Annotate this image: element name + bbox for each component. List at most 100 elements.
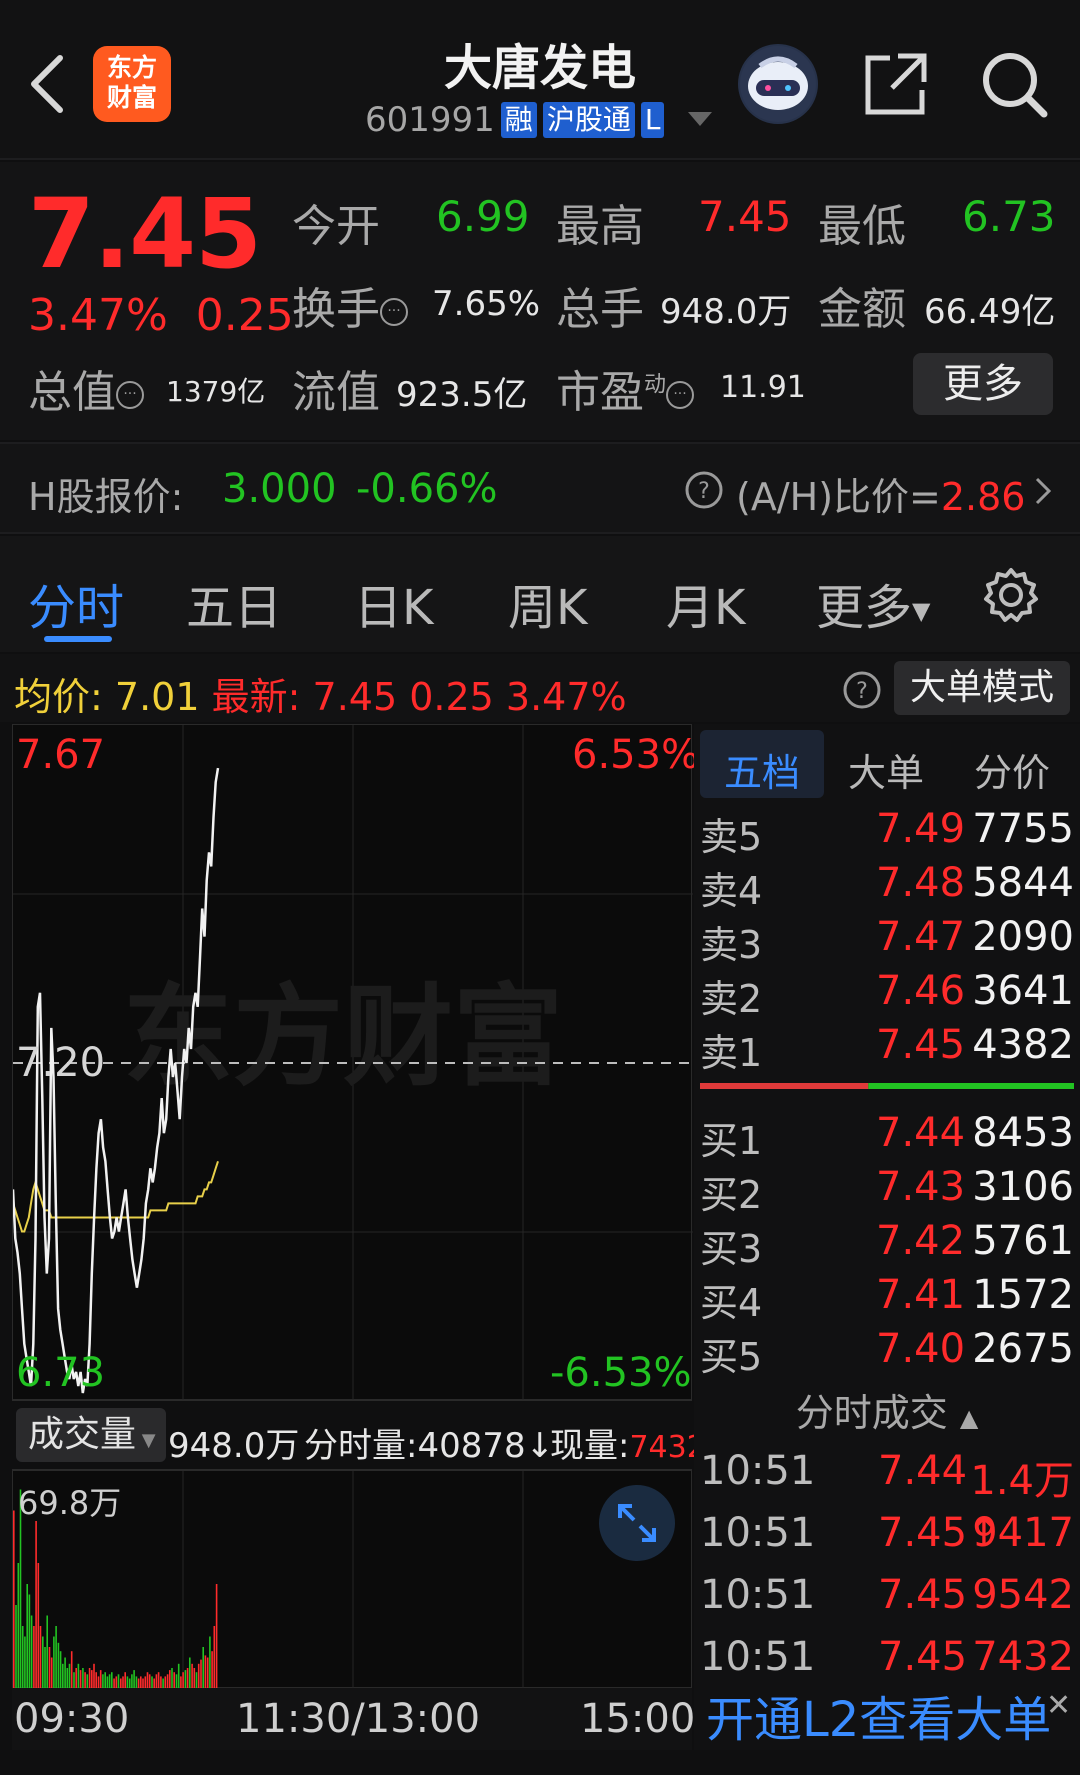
help-icon[interactable]: ?	[842, 670, 882, 710]
time-mid: 11:30/13:00	[236, 1696, 481, 1742]
volume-bar	[13, 1510, 15, 1689]
tab-monthly-k[interactable]: 月K	[666, 568, 745, 638]
help-icon[interactable]: ?	[684, 470, 724, 510]
logo-text-1: 东方	[106, 53, 157, 82]
axis-bottom-pct: -6.53%	[550, 1350, 692, 1396]
app-logo: 东方 财富	[93, 46, 171, 122]
stock-code-row[interactable]: 601991 融 沪股通 L	[365, 100, 665, 140]
l2-upgrade-banner[interactable]: 开通L2查看大单	[694, 1690, 1080, 1750]
pe-value: 11.91	[720, 370, 806, 405]
volume-bar	[75, 1668, 77, 1689]
book-tab-big-orders[interactable]: 大单	[848, 742, 924, 797]
margin-badge: 融	[500, 102, 537, 138]
volume-bar	[30, 1615, 33, 1689]
volume-bar	[202, 1647, 204, 1689]
volume-bar	[70, 1651, 73, 1689]
volume-bar	[59, 1651, 62, 1689]
chevron-down-icon[interactable]	[688, 112, 712, 126]
time-start: 09:30	[14, 1696, 130, 1742]
book-tab-price-dist[interactable]: 分价	[974, 742, 1050, 797]
volume-bar	[46, 1615, 48, 1689]
volume-bar	[169, 1670, 171, 1689]
big-order-mode-button[interactable]: 大单模式	[894, 661, 1070, 715]
info-dots-icon[interactable]: ···	[380, 298, 408, 326]
more-quote-button[interactable]: 更多	[913, 353, 1053, 415]
info-dots-icon[interactable]: ···	[666, 381, 695, 409]
settings-gear-icon[interactable]	[982, 566, 1040, 624]
volume-bar	[206, 1657, 209, 1689]
info-dots-icon[interactable]: ···	[116, 381, 144, 409]
avg-label: 均价:	[14, 675, 103, 719]
volume-bar	[99, 1670, 102, 1689]
volume-bar	[33, 1626, 35, 1689]
volume-bar	[17, 1563, 20, 1689]
axis-top-price: 7.67	[16, 732, 106, 778]
svg-text:?: ?	[856, 679, 868, 704]
back-arrow-icon[interactable]	[20, 44, 80, 124]
tab-daily-k[interactable]: 日K	[354, 568, 433, 638]
volume-bar	[209, 1636, 211, 1689]
pe-label[interactable]: 市盈动 ···	[556, 356, 695, 420]
tab-five-day[interactable]: 五日	[186, 568, 282, 638]
avg-value: 7.01	[114, 675, 200, 719]
ah-ratio-label: (A/H)比价=	[736, 475, 941, 519]
tab-more[interactable]: 更多▼	[816, 568, 930, 638]
bid-row: 买5 7.40 2675	[700, 1326, 1074, 1380]
volume-bar	[191, 1663, 193, 1689]
trade-volume: 7432	[972, 1634, 1074, 1680]
market-cap-label[interactable]: 总值 ···	[28, 356, 144, 420]
volume-bar	[15, 1605, 17, 1689]
volume-bar	[189, 1657, 191, 1689]
chevron-right-icon[interactable]	[1032, 474, 1054, 508]
intraday-chart[interactable]: 东方财富	[11, 724, 693, 1401]
volume-bar	[197, 1663, 200, 1689]
tab-intraday[interactable]: 分时	[28, 568, 124, 638]
level-badge: L	[640, 102, 665, 138]
volume-bar	[79, 1670, 82, 1689]
volume-bar	[24, 1636, 26, 1689]
ask-row: 卖5 7.49 7755	[700, 806, 1074, 860]
h-share-price: 3.000	[222, 466, 337, 512]
caret-down-icon: ▼	[912, 597, 931, 625]
turnover-value: 7.65%	[432, 284, 541, 324]
ask-volume: 2090	[972, 914, 1074, 960]
tab-weekly-k[interactable]: 周K	[508, 568, 587, 638]
avg-price-info: 均价: 7.01 最新: 7.45 0.25 3.47%	[14, 666, 627, 721]
search-icon[interactable]	[978, 48, 1050, 120]
close-icon[interactable]: ✕	[1046, 1688, 1076, 1723]
book-tab-level5[interactable]: 五档	[724, 742, 800, 797]
axis-top-pct: 6.53%	[572, 732, 700, 778]
low-value: 6.73	[962, 192, 1056, 241]
ask-ratio-segment	[700, 1083, 869, 1089]
ask-row: 卖1 7.45 4382	[700, 1022, 1074, 1076]
volume-bar	[204, 1655, 207, 1689]
volume-bar	[171, 1668, 173, 1689]
trade-volume: 9542	[972, 1572, 1074, 1618]
active-tab-indicator	[44, 636, 112, 642]
volume-indicator-selector[interactable]: 成交量 ▼	[16, 1408, 166, 1462]
volume-bar	[26, 1584, 28, 1689]
ask-price: 7.47	[876, 914, 966, 960]
ask-row: 卖3 7.47 2090	[700, 914, 1074, 968]
trades-title[interactable]: 分时成交 ▲	[700, 1382, 1074, 1437]
trade-time: 10:51	[700, 1572, 816, 1618]
assistant-robot-icon[interactable]	[738, 44, 818, 124]
volume-bar	[200, 1659, 202, 1689]
volume-bar	[155, 1674, 158, 1689]
trades-title-text: 分时成交	[795, 1391, 948, 1435]
volume-bar	[88, 1668, 91, 1689]
axis-bottom-price: 6.73	[16, 1350, 106, 1396]
volume-bar	[117, 1674, 120, 1689]
open-value: 6.99	[436, 192, 530, 241]
caret-down-icon: ▼	[136, 1430, 156, 1451]
ah-ratio: (A/H)比价=2.86	[736, 466, 1025, 521]
expand-icon[interactable]	[598, 1484, 676, 1562]
volume-bar	[73, 1672, 75, 1689]
turnover-label[interactable]: 换手 ···	[292, 273, 408, 337]
bid-label: 买3	[700, 1227, 763, 1271]
share-icon[interactable]	[862, 50, 930, 118]
high-label: 最高	[556, 201, 644, 252]
bid-price: 7.44	[876, 1110, 966, 1156]
volume-bar	[62, 1663, 64, 1689]
volume-max-label: 69.8万	[18, 1484, 122, 1522]
